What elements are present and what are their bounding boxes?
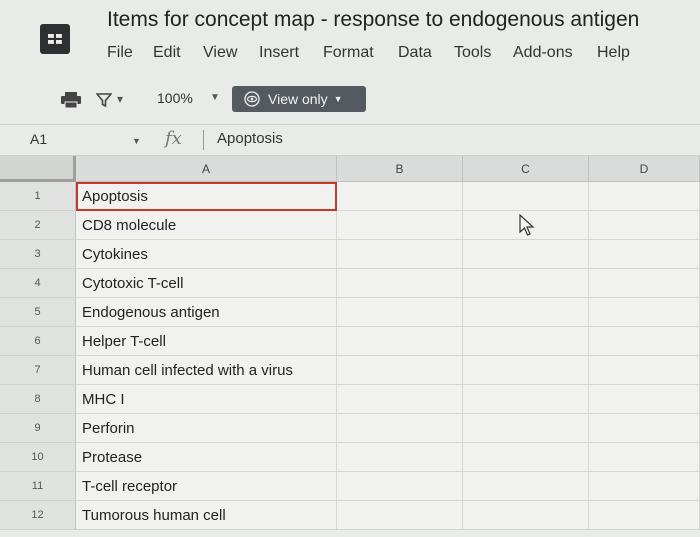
cell-d3[interactable]	[589, 240, 700, 269]
row-header[interactable]: 11	[0, 472, 76, 501]
row-header[interactable]: 12	[0, 501, 76, 530]
cell-a4[interactable]: Cytotoxic T-cell	[76, 269, 337, 298]
cell-c11[interactable]	[463, 472, 589, 501]
menu-file[interactable]: File	[107, 44, 133, 62]
cell-a8[interactable]: MHC I	[76, 385, 337, 414]
cell-c6[interactable]	[463, 327, 589, 356]
cell-a12[interactable]: Tumorous human cell	[76, 501, 337, 530]
column-header-d[interactable]: D	[589, 156, 700, 182]
menu-help[interactable]: Help	[597, 44, 630, 62]
cell-d8[interactable]	[589, 385, 700, 414]
cell-d9[interactable]	[589, 414, 700, 443]
cell-d1[interactable]	[589, 182, 700, 211]
select-all-corner[interactable]	[0, 156, 76, 182]
logo-cell	[48, 34, 54, 38]
menu-edit[interactable]: Edit	[153, 44, 181, 62]
filter-icon[interactable]	[96, 92, 112, 108]
logo-cell	[48, 40, 54, 44]
logo-cell	[56, 40, 62, 44]
filter-dropdown-icon[interactable]: ▾	[117, 92, 123, 106]
row-header[interactable]: 8	[0, 385, 76, 414]
cell-b4[interactable]	[337, 269, 463, 298]
cell-c7[interactable]	[463, 356, 589, 385]
print-icon[interactable]	[60, 92, 82, 108]
cell-a9[interactable]: Perforin	[76, 414, 337, 443]
row-header[interactable]: 6	[0, 327, 76, 356]
cell-d4[interactable]	[589, 269, 700, 298]
cell-b7[interactable]	[337, 356, 463, 385]
fx-icon: fx	[165, 128, 182, 149]
cell-a3[interactable]: Cytokines	[76, 240, 337, 269]
cell-a11[interactable]: T-cell receptor	[76, 472, 337, 501]
zoom-select[interactable]: 100%	[157, 90, 193, 106]
menu-tools[interactable]: Tools	[454, 44, 491, 62]
cell-b8[interactable]	[337, 385, 463, 414]
chevron-down-icon: ▼	[333, 94, 343, 104]
cell-a6[interactable]: Helper T-cell	[76, 327, 337, 356]
view-only-button[interactable]: View only ▼	[232, 86, 366, 112]
cell-a7[interactable]: Human cell infected with a virus	[76, 356, 337, 385]
row-header[interactable]: 1	[0, 182, 76, 211]
cell-b2[interactable]	[337, 211, 463, 240]
cell-b11[interactable]	[337, 472, 463, 501]
cell-b10[interactable]	[337, 443, 463, 472]
cell-b3[interactable]	[337, 240, 463, 269]
cell-a10[interactable]: Protease	[76, 443, 337, 472]
logo-cell	[56, 34, 62, 38]
row-header[interactable]: 2	[0, 211, 76, 240]
eye-icon	[244, 91, 260, 107]
cell-c3[interactable]	[463, 240, 589, 269]
cell-b9[interactable]	[337, 414, 463, 443]
menu-view[interactable]: View	[203, 44, 237, 62]
mouse-pointer-icon	[519, 214, 535, 236]
zoom-dropdown-icon[interactable]: ▼	[210, 92, 220, 103]
cell-d7[interactable]	[589, 356, 700, 385]
cell-d12[interactable]	[589, 501, 700, 530]
cell-b5[interactable]	[337, 298, 463, 327]
name-box-dropdown-icon[interactable]: ▼	[132, 136, 141, 146]
cell-d11[interactable]	[589, 472, 700, 501]
formula-bar	[0, 124, 700, 156]
formula-separator	[203, 130, 204, 150]
column-header-c[interactable]: C	[463, 156, 589, 182]
row-header[interactable]: 10	[0, 443, 76, 472]
row-header[interactable]: 7	[0, 356, 76, 385]
menu-data[interactable]: Data	[398, 44, 432, 62]
row-header[interactable]: 3	[0, 240, 76, 269]
row-header[interactable]: 5	[0, 298, 76, 327]
cell-c5[interactable]	[463, 298, 589, 327]
name-box[interactable]: A1	[30, 131, 47, 147]
row-header[interactable]: 4	[0, 269, 76, 298]
view-only-label: View only	[268, 91, 328, 107]
cell-d10[interactable]	[589, 443, 700, 472]
cell-d2[interactable]	[589, 211, 700, 240]
row-header[interactable]: 9	[0, 414, 76, 443]
cell-a2[interactable]: CD8 molecule	[76, 211, 337, 240]
cell-d5[interactable]	[589, 298, 700, 327]
cell-c4[interactable]	[463, 269, 589, 298]
cell-c12[interactable]	[463, 501, 589, 530]
cell-c10[interactable]	[463, 443, 589, 472]
menu-format[interactable]: Format	[323, 44, 374, 62]
cell-b1[interactable]	[337, 182, 463, 211]
column-header-b[interactable]: B	[337, 156, 463, 182]
cell-d6[interactable]	[589, 327, 700, 356]
cell-c1[interactable]	[463, 182, 589, 211]
cell-b6[interactable]	[337, 327, 463, 356]
cell-b12[interactable]	[337, 501, 463, 530]
menu-insert[interactable]: Insert	[259, 44, 299, 62]
formula-input[interactable]: Apoptosis	[217, 130, 283, 147]
sheets-logo-icon[interactable]	[40, 24, 70, 54]
cell-a1[interactable]: Apoptosis	[76, 182, 337, 211]
menu-addons[interactable]: Add-ons	[513, 44, 573, 62]
cell-c8[interactable]	[463, 385, 589, 414]
cell-c9[interactable]	[463, 414, 589, 443]
document-title[interactable]: Items for concept map - response to endo…	[107, 8, 639, 32]
cell-a5[interactable]: Endogenous antigen	[76, 298, 337, 327]
column-header-a[interactable]: A	[76, 156, 337, 182]
